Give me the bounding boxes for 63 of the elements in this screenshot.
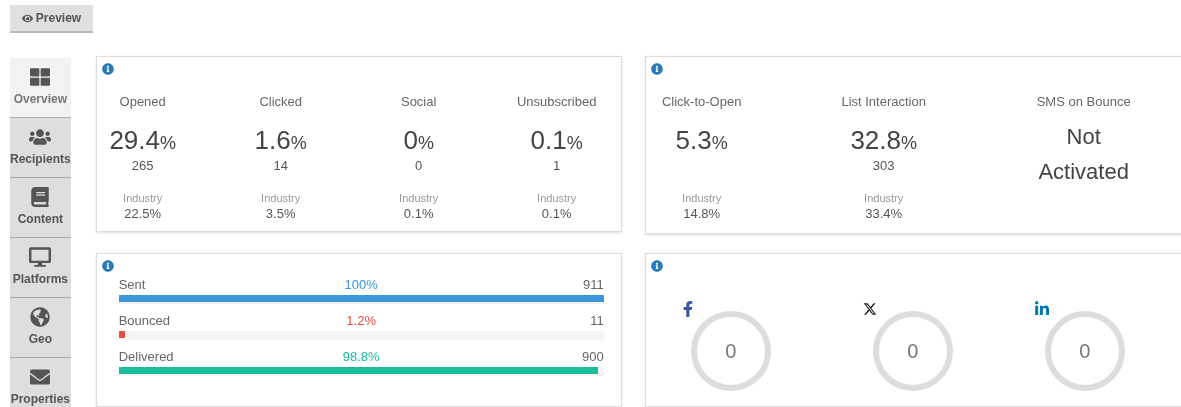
delivery-label: Bounced: [118, 311, 171, 330]
industry-label: Industry: [123, 190, 163, 205]
users-icon: [29, 127, 52, 147]
sidebar-tab[interactable]: Platforms: [10, 238, 71, 298]
metric-label: Click-to-Open: [661, 93, 742, 111]
metric-count: 14: [273, 157, 288, 174]
sidebar-tab[interactable]: Recipients: [10, 118, 71, 178]
industry-value: 3.5%: [265, 204, 296, 222]
metric-label: List Interaction: [841, 93, 926, 111]
share-count: 0: [907, 339, 919, 364]
industry-value: 33.4%: [865, 204, 903, 222]
delivery-count: 911: [581, 275, 604, 294]
delivery-label: Delivered: [118, 347, 175, 366]
metric-count: 1: [553, 157, 561, 174]
metric-status: Not Activated: [1037, 122, 1130, 186]
metric-label: Opened: [119, 93, 166, 111]
grid-icon: [29, 67, 52, 87]
delivery-count: 900: [581, 347, 604, 366]
metric-value: 5.3%: [675, 124, 728, 157]
info-icon[interactable]: [650, 63, 663, 75]
delivery-percent: 100%: [344, 275, 378, 294]
metric-value: 1.6%: [254, 124, 307, 157]
metric-count: 0: [415, 157, 423, 174]
sidebar-tab[interactable]: Properties: [10, 358, 71, 407]
metric-label: SMS on Bounce: [1036, 93, 1131, 111]
info-icon[interactable]: [101, 260, 114, 272]
envelope-icon: [29, 367, 52, 387]
metric-label: Social: [400, 93, 437, 111]
metric-value: 0%: [403, 124, 434, 157]
delivery-label: Sent: [118, 275, 147, 294]
x-logo-icon: [862, 301, 877, 317]
linkedin-icon: [1034, 301, 1049, 317]
metric-label: Unsubscribed: [516, 93, 597, 111]
industry-value: 14.8%: [683, 204, 721, 222]
industry-label: Industry: [864, 190, 904, 205]
industry-value: 22.5%: [124, 204, 162, 222]
industry-value: 0.1%: [403, 204, 434, 222]
delivery-percent: 98.8%: [342, 347, 380, 366]
metric-count: 265: [131, 157, 154, 174]
info-icon[interactable]: [650, 260, 663, 272]
metric-label: Clicked: [259, 93, 302, 111]
metric-value: 0.1%: [530, 124, 583, 157]
monitor-icon: [29, 247, 52, 267]
preview-button[interactable]: Preview: [10, 5, 93, 33]
metric-count: 303: [872, 157, 895, 174]
info-icon[interactable]: [101, 63, 114, 75]
globe-icon: [29, 307, 52, 327]
delivery-percent: 1.2%: [346, 311, 376, 330]
industry-label: Industry: [399, 190, 439, 205]
delivery-count: 11: [589, 311, 604, 330]
sidebar-tab[interactable]: Geo: [10, 298, 71, 358]
share-count: 0: [725, 339, 737, 364]
metric-value: 29.4%: [109, 124, 176, 157]
book-icon: [29, 187, 52, 207]
sidebar-tab[interactable]: Content: [10, 178, 71, 238]
metric-value: 32.8%: [850, 124, 917, 157]
industry-label: Industry: [537, 190, 577, 205]
sidebar-tab[interactable]: Overview: [10, 58, 71, 118]
industry-value: 0.1%: [541, 204, 572, 222]
industry-label: Industry: [682, 190, 722, 205]
share-count: 0: [1079, 339, 1091, 364]
industry-label: Industry: [261, 190, 301, 205]
eye-icon: [21, 12, 33, 24]
